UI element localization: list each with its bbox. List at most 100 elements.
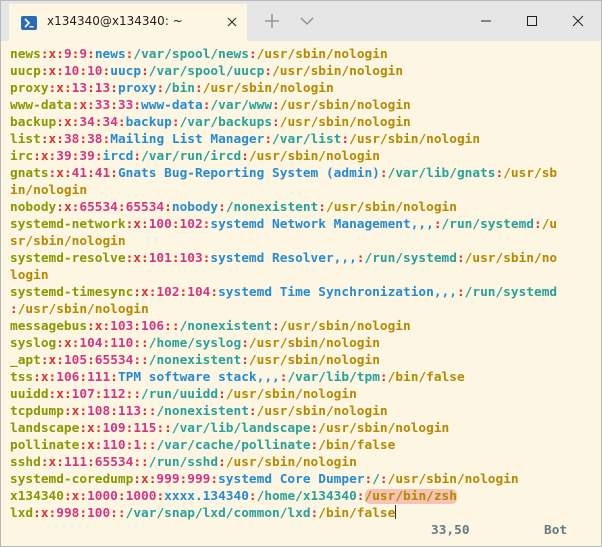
line-segment: 113 (117, 404, 142, 419)
line-segment: / (372, 472, 380, 487)
line-segment: news (10, 47, 41, 62)
line-segment: systemd Network Management,,, (210, 217, 434, 232)
line-segment: : (94, 115, 103, 130)
line-segment: : (248, 404, 257, 419)
line-segment: :x: (33, 370, 57, 385)
line-segment: : (133, 98, 142, 113)
line-segment: /run/systemd (364, 251, 457, 266)
line-segment: /home/syslog (148, 336, 242, 351)
line-segment: sr/sbin/nologin (10, 234, 126, 249)
line-segment: 13 (94, 81, 111, 96)
line-segment: : (171, 217, 180, 232)
line-segment: systemd Core Dumper (218, 472, 365, 487)
line-segment: 10 (87, 64, 103, 79)
line-segment: 103 (179, 251, 203, 266)
line-segment: /run/systemd (464, 285, 558, 300)
line-segment: backup (125, 115, 172, 130)
line-segment: : (272, 98, 280, 113)
line-segment: news (94, 47, 126, 62)
line-segment: /usr/sbin/nologin (256, 404, 388, 419)
line-segment: :x: (40, 64, 64, 79)
minimize-button[interactable] (463, 1, 509, 41)
line-segment: proxy (10, 81, 49, 96)
line-segment: : (110, 98, 118, 113)
line-segment: :x: (56, 115, 80, 130)
line-segment: : (210, 285, 219, 300)
line-segment: : (534, 217, 542, 232)
line-segment: 33 (94, 98, 111, 113)
line-segment: /usr/sbin/nologin (387, 472, 519, 487)
terminal-line: sr/sbin/nologin (10, 233, 557, 250)
new-tab-plus-icon[interactable] (263, 12, 281, 30)
line-segment: /bin/false (387, 370, 465, 385)
line-segment: /nonexistent (225, 200, 319, 215)
scroll-indicator: Bot (544, 523, 568, 538)
line-segment: /var/backups (179, 115, 273, 130)
line-segment: /var/list (272, 132, 342, 147)
line-segment: /nonexistent (179, 319, 273, 334)
line-segment: :: (133, 455, 149, 470)
line-segment: : (379, 370, 388, 385)
line-segment: : (264, 132, 273, 147)
line-segment: 34 (102, 115, 118, 130)
line-segment: : (87, 81, 95, 96)
line-segment: 109 (102, 421, 126, 436)
line-segment: 41 (94, 166, 111, 181)
line-segment: /usr/sbin/nologin (248, 149, 380, 164)
line-segment: : (79, 370, 88, 385)
line-segment: : (241, 149, 249, 164)
line-segment: Mailing List Manager (110, 132, 265, 147)
text-cursor (395, 505, 397, 519)
terminal-line: uucp:x:10:10:uucp:/var/spool/uucp:/usr/s… (10, 63, 557, 80)
line-segment: : (110, 166, 118, 181)
line-segment: login (10, 268, 49, 283)
line-segment: /run/uuidd (141, 387, 219, 402)
line-segment: : (218, 200, 226, 215)
line-segment: 102 (179, 217, 203, 232)
line-segment: : (456, 251, 465, 266)
line-segment: : (241, 353, 249, 368)
line-segment: :x: (125, 217, 149, 232)
line-segment: /var/lib/landscape (171, 421, 311, 436)
line-segment: www-data (141, 98, 203, 113)
line-segment: : (94, 149, 103, 164)
terminal-line: _apt:x:105:65534::/nonexistent:/usr/sbin… (10, 352, 557, 369)
line-segment: 102 (156, 285, 180, 300)
line-segment: : (272, 319, 280, 334)
line-segment: messagebus (10, 319, 88, 334)
terminal-tab[interactable]: x134340@x134340: ~ (9, 4, 247, 41)
terminal-line: www-data:x:33:33:www-data:/var/www:/usr/… (10, 97, 557, 114)
line-segment: 999 (156, 472, 180, 487)
line-segment: :: (110, 506, 126, 521)
terminal-line: tss:x:106:111:TPM software stack,,,:/var… (10, 369, 557, 386)
line-segment: Gnats Bug-Reporting System (admin) (117, 166, 380, 181)
terminal-line: systemd-timesync:x:102:104:systemd Time … (10, 284, 557, 301)
line-segment: 106 (56, 370, 80, 385)
line-segment: :x: (56, 200, 80, 215)
passwd-file-lines: news:x:9:9:news:/var/spool/news:/usr/sbi… (10, 46, 557, 522)
close-window-button[interactable] (555, 1, 601, 41)
maximize-button[interactable] (509, 1, 555, 41)
line-segment: :x: (79, 421, 103, 436)
line-segment: 104 (187, 285, 211, 300)
line-segment: 9 (79, 47, 88, 62)
line-segment: 10 (63, 64, 80, 79)
line-segment: 34 (79, 115, 95, 130)
close-tab-icon[interactable] (225, 14, 239, 28)
line-segment: 108 (87, 404, 111, 419)
line-segment: : (110, 370, 118, 385)
line-segment: 65534 (125, 200, 165, 215)
terminal-output[interactable]: news:x:9:9:news:/var/spool/news:/usr/sbi… (1, 41, 601, 546)
line-segment: 13 (71, 81, 88, 96)
line-segment: /usr/sbin/nologin (279, 115, 411, 130)
line-segment: 1 (133, 438, 142, 453)
line-segment: : (87, 166, 95, 181)
line-segment: : (10, 302, 18, 317)
line-segment: /usr/sbin/nologin (248, 353, 380, 368)
terminal-line: proxy:x:13:13:proxy:/bin:/usr/sbin/nolog… (10, 80, 557, 97)
terminal-line: lxd:x:998:100::/var/snap/lxd/common/lxd:… (10, 505, 557, 522)
tab-title: x134340@x134340: ~ (47, 14, 183, 28)
line-segment: :: (156, 421, 172, 436)
chevron-down-icon[interactable] (299, 13, 315, 29)
line-segment: 112 (102, 387, 126, 402)
